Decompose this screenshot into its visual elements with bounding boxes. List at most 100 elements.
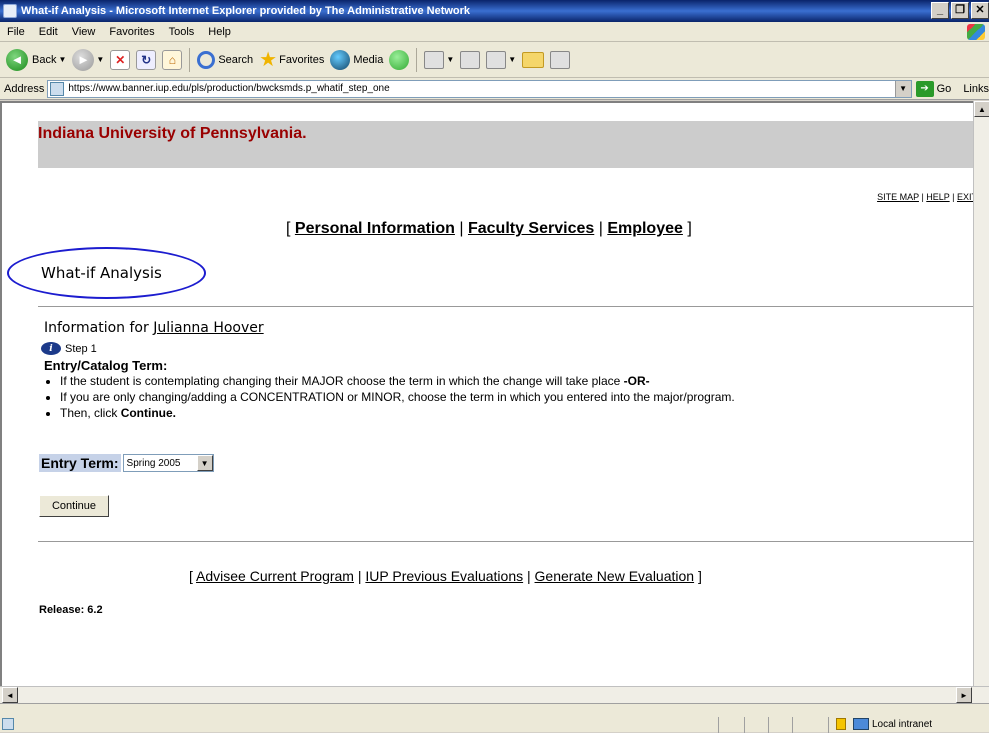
media-label: Media — [353, 53, 384, 66]
home-icon: ⌂ — [162, 49, 183, 70]
window-title-bar: What-if Analysis - Microsoft Internet Ex… — [0, 0, 989, 22]
menu-favorites[interactable]: Favorites — [102, 26, 161, 38]
history-icon — [389, 49, 410, 70]
security-zone: Local intranet — [872, 719, 933, 730]
mail-icon — [424, 50, 445, 69]
search-icon — [197, 50, 216, 69]
windows-logo-icon — [967, 24, 985, 40]
status-cell — [768, 717, 769, 733]
main-nav: [ Personal Information | Faculty Service… — [286, 220, 692, 237]
print-icon — [460, 50, 481, 69]
list-item: Then, click Continue. — [60, 405, 735, 421]
help-link[interactable]: HELP — [926, 192, 949, 202]
institution-title: Indiana University of Pennsylvania. — [38, 125, 307, 142]
go-arrow-icon: ➔ — [915, 80, 934, 97]
status-cell — [744, 717, 745, 733]
research-icon — [550, 50, 571, 69]
iup-previous-evaluations-link[interactable]: IUP Previous Evaluations — [365, 568, 523, 584]
status-cell — [828, 717, 829, 733]
entry-term-row: Entry Term: Spring 2005 ▼ — [39, 454, 214, 472]
back-button[interactable]: ◄ Back ▼ — [3, 46, 69, 74]
release-version: Release: 6.2 — [39, 604, 103, 616]
status-bar: Local intranet — [0, 703, 989, 733]
toolbar-separator — [189, 47, 191, 72]
header-banner: Indiana University of Pennsylvania. — [38, 121, 973, 168]
chevron-down-icon[interactable]: ▼ — [196, 455, 213, 471]
menu-edit[interactable]: Edit — [32, 26, 65, 38]
bottom-nav: [ Advisee Current Program | IUP Previous… — [189, 568, 702, 584]
favorites-label: Favorites — [279, 53, 325, 66]
status-cell — [792, 717, 793, 733]
toolbar-separator — [416, 47, 418, 72]
scroll-right-icon[interactable]: ► — [956, 687, 972, 703]
intranet-zone-icon — [853, 718, 869, 730]
step-label: Step 1 — [65, 342, 97, 355]
site-map-link[interactable]: SITE MAP — [877, 192, 919, 202]
employee-link[interactable]: Employee — [607, 220, 683, 237]
folder-button[interactable] — [519, 46, 547, 74]
favorites-button[interactable]: ★ Favorites — [256, 46, 327, 74]
menu-view[interactable]: View — [65, 26, 103, 38]
stop-icon: ✕ — [110, 49, 131, 70]
ie-icon — [3, 4, 17, 18]
chevron-down-icon: ▼ — [446, 55, 455, 64]
minimize-button[interactable]: _ — [931, 2, 949, 19]
address-bar: Address https://www.banner.iup.edu/pls/p… — [0, 78, 989, 100]
edit-button[interactable]: ▼ — [483, 46, 519, 74]
links-button[interactable]: Links — [963, 83, 989, 95]
generate-new-evaluation-link[interactable]: Generate New Evaluation — [535, 568, 695, 584]
entry-term-select[interactable]: Spring 2005 ▼ — [122, 454, 214, 472]
info-for-line: Information for Julianna Hoover — [44, 320, 264, 336]
menu-tools[interactable]: Tools — [162, 26, 202, 38]
address-input[interactable]: https://www.banner.iup.edu/pls/productio… — [47, 79, 912, 98]
vertical-scrollbar[interactable]: ▲ — [973, 101, 989, 686]
page-icon — [2, 718, 14, 730]
chevron-down-icon[interactable]: ▼ — [96, 55, 104, 64]
back-arrow-icon: ◄ — [6, 48, 28, 71]
close-button[interactable]: ✕ — [971, 2, 989, 19]
page-icon — [50, 81, 65, 96]
chevron-down-icon[interactable]: ▼ — [894, 80, 911, 97]
personal-information-link[interactable]: Personal Information — [295, 220, 455, 237]
chevron-down-icon: ▼ — [508, 55, 517, 64]
chevron-down-icon[interactable]: ▼ — [58, 55, 66, 64]
advisee-current-program-link[interactable]: Advisee Current Program — [196, 568, 354, 584]
horizontal-scrollbar[interactable]: ◄ ► — [0, 686, 989, 703]
restore-button[interactable]: ❐ — [951, 2, 969, 19]
mail-button[interactable]: ▼ — [421, 46, 457, 74]
history-button[interactable] — [386, 46, 412, 74]
go-button[interactable]: ➔ Go — [915, 80, 952, 97]
entry-term-value[interactable]: Spring 2005 — [124, 458, 197, 469]
info-prefix: Information for — [44, 320, 149, 336]
search-label: Search — [218, 53, 254, 66]
instructions-list: If the student is contemplating changing… — [44, 373, 735, 421]
refresh-icon: ↻ — [136, 49, 157, 70]
top-links: SITE MAP | HELP | EXIT — [877, 192, 977, 202]
home-button[interactable]: ⌂ — [159, 46, 185, 74]
continue-button[interactable]: Continue — [39, 495, 109, 517]
research-button[interactable] — [547, 46, 573, 74]
forward-arrow-icon: ► — [72, 48, 95, 71]
search-button[interactable]: Search — [194, 46, 256, 74]
lock-icon — [836, 718, 846, 730]
forward-button[interactable]: ► ▼ — [69, 46, 107, 74]
refresh-button[interactable]: ↻ — [133, 46, 159, 74]
step-indicator: i Step 1 — [41, 342, 97, 355]
scroll-up-icon[interactable]: ▲ — [974, 101, 989, 117]
menu-file[interactable]: File — [0, 26, 32, 38]
standard-toolbar: ◄ Back ▼ ► ▼ ✕ ↻ ⌂ Search ★ Favorites Me… — [0, 42, 989, 78]
page-viewport: Indiana University of Pennsylvania. SITE… — [0, 101, 989, 703]
address-url[interactable]: https://www.banner.iup.edu/pls/productio… — [68, 83, 894, 94]
student-name-link[interactable]: Julianna Hoover — [153, 320, 263, 336]
print-button[interactable] — [457, 46, 483, 74]
menu-help[interactable]: Help — [201, 26, 238, 38]
back-label: Back — [32, 53, 57, 66]
status-cell — [718, 717, 719, 733]
divider — [38, 306, 973, 307]
media-button[interactable]: Media — [327, 46, 386, 74]
faculty-services-link[interactable]: Faculty Services — [468, 220, 594, 237]
go-label: Go — [936, 82, 952, 95]
scroll-left-icon[interactable]: ◄ — [2, 687, 18, 703]
stop-button[interactable]: ✕ — [107, 46, 133, 74]
media-icon — [330, 49, 351, 70]
